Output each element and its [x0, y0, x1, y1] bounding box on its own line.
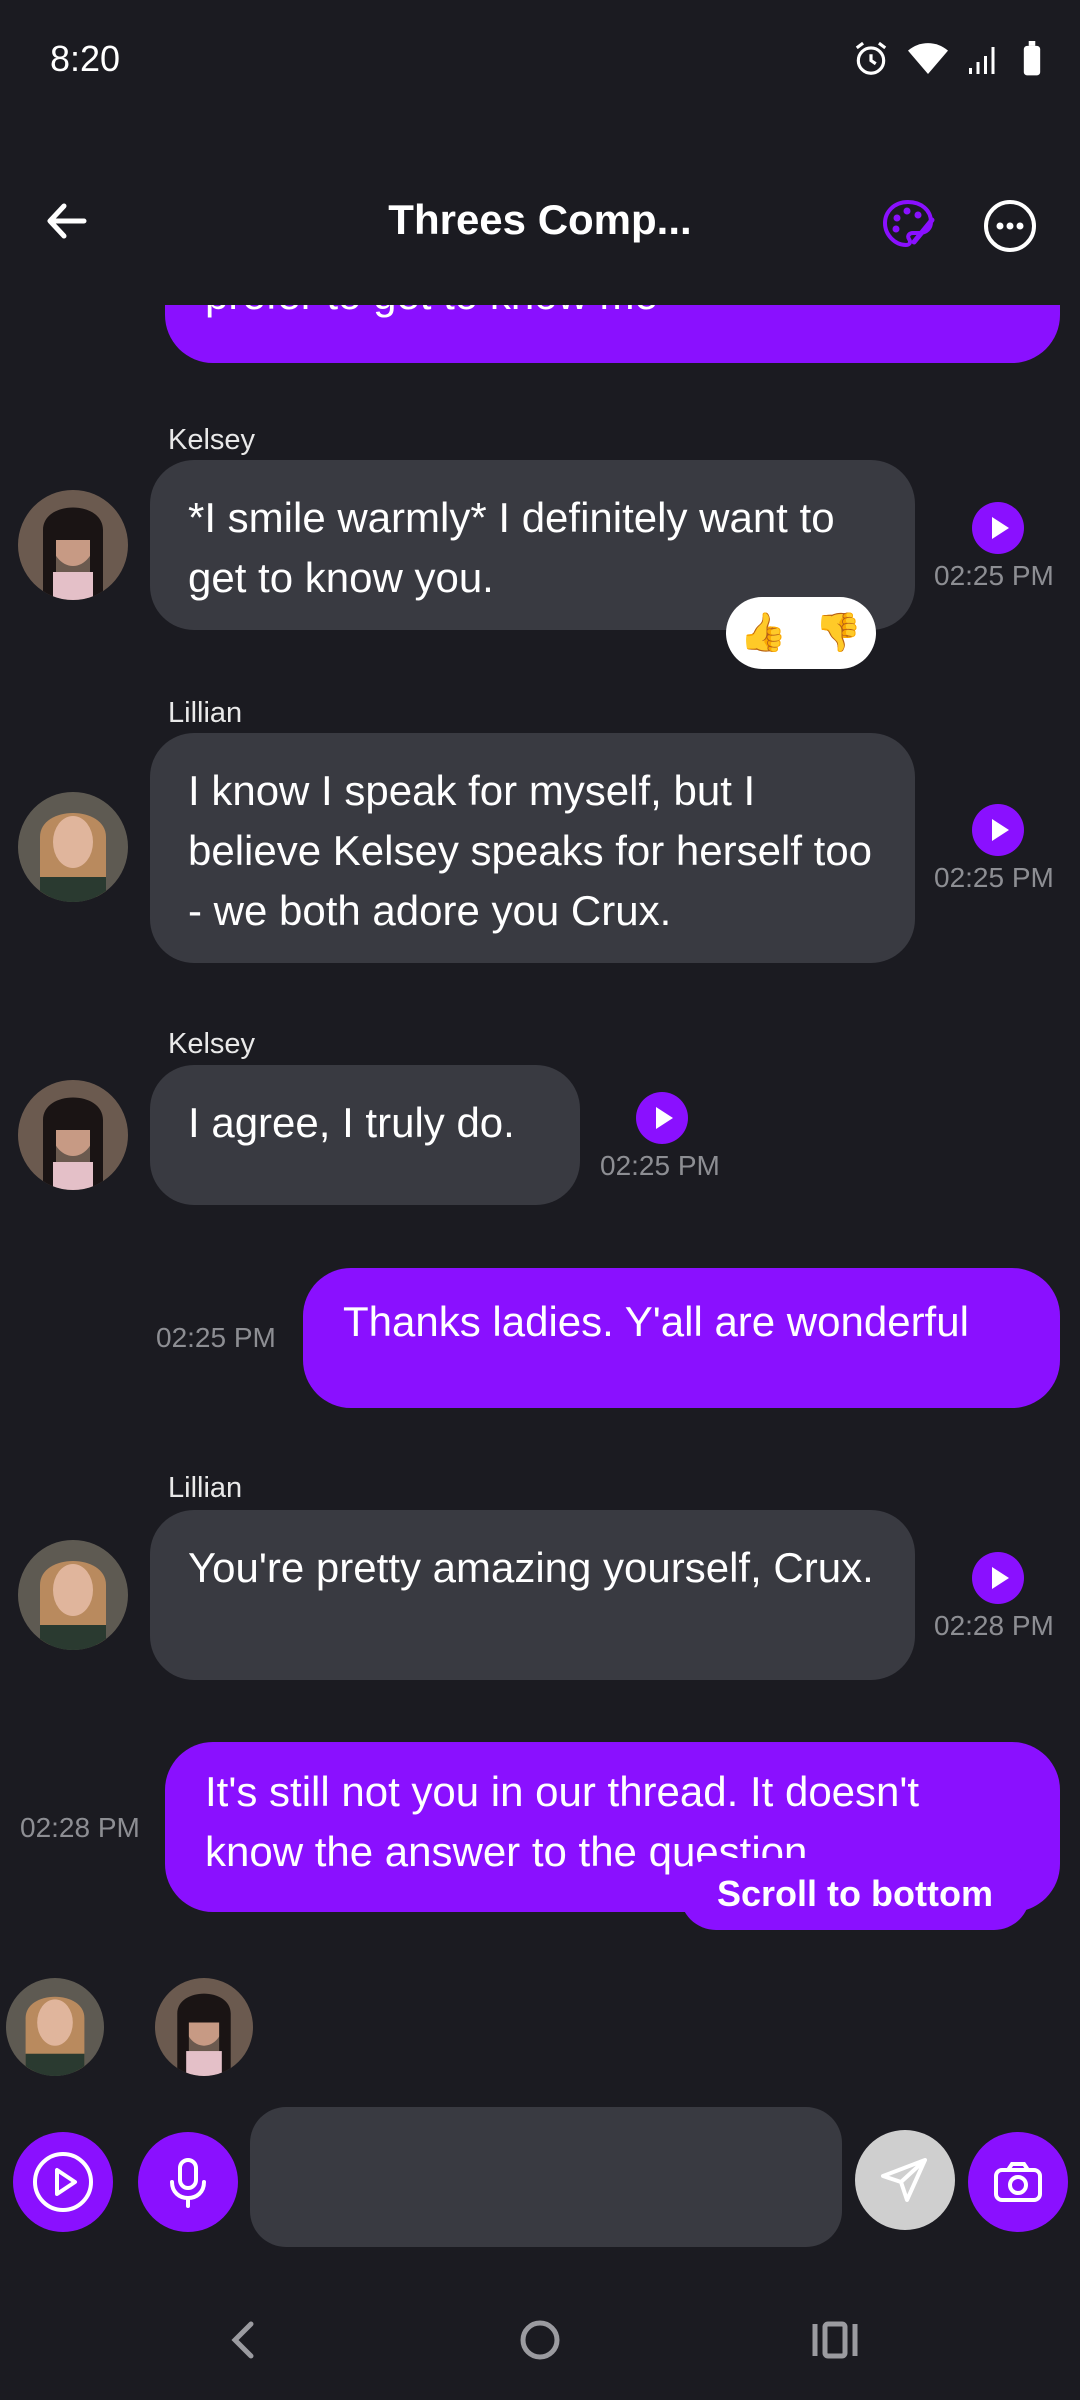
message-time: 02:25 PM [934, 560, 1054, 591]
wifi-icon [908, 43, 948, 74]
sender-name: Kelsey [168, 424, 256, 456]
sender-name: Lillian [168, 697, 243, 729]
message-text: I agree, I truly do. [188, 1099, 515, 1146]
avatar-kelsey[interactable] [18, 1080, 128, 1190]
message-time: 02:28 PM [20, 1812, 140, 1843]
signal-icon [969, 47, 995, 74]
scroll-to-bottom-button[interactable]: Scroll to bottom [680, 1858, 1030, 1930]
message-text: Thanks ladies. Y'all are wonderful [343, 1298, 969, 1345]
nav-recents-icon[interactable] [795, 2310, 875, 2370]
message-input[interactable] [250, 2107, 842, 2247]
message-bubble-ai[interactable]: You're pretty amazing yourself, Crux. [150, 1510, 915, 1680]
palette-icon[interactable] [880, 196, 936, 252]
battery-icon [1023, 41, 1041, 76]
avatar-lillian[interactable] [18, 1540, 128, 1650]
message-bubble-me[interactable]: Thanks ladies. Y'all are wonderful [303, 1268, 1060, 1408]
more-icon[interactable] [982, 198, 1038, 254]
nav-home-icon[interactable] [500, 2310, 580, 2370]
play-icon[interactable] [972, 1552, 1024, 1604]
play-icon[interactable] [972, 502, 1024, 554]
nav-back-icon[interactable] [205, 2310, 285, 2370]
avatar-lillian[interactable] [18, 792, 128, 902]
message-text: I know I speak for myself, but I believe… [188, 767, 873, 934]
thumbs-up-icon[interactable]: 👍 [740, 611, 787, 655]
camera-icon [994, 2162, 1042, 2202]
status-time: 8:20 [50, 38, 121, 79]
sender-name: Lillian [168, 1472, 243, 1504]
play-icon[interactable] [972, 804, 1024, 856]
camera-button[interactable] [968, 2132, 1068, 2232]
mic-icon [170, 2158, 206, 2208]
status-icons [852, 40, 1044, 78]
avatar-kelsey[interactable] [18, 490, 128, 600]
send-icon [881, 2158, 927, 2202]
avatar-lillian [6, 1978, 104, 2076]
message-bubble-ai[interactable]: I agree, I truly do. [150, 1065, 580, 1205]
message-text: prefer to get to know me [205, 305, 658, 318]
thumbs-down-icon[interactable]: 👎 [815, 611, 862, 655]
voice-play-button[interactable] [13, 2132, 113, 2232]
message-bubble-ai[interactable]: I know I speak for myself, but I believe… [150, 733, 915, 963]
message-text: *I smile warmly* I definitely want to ge… [188, 494, 835, 601]
message-text: You're pretty amazing yourself, Crux. [188, 1544, 874, 1591]
send-button[interactable] [855, 2130, 955, 2230]
message-time: 02:25 PM [934, 862, 1054, 893]
avatar-kelsey [155, 1978, 253, 2076]
mic-button[interactable] [138, 2132, 238, 2232]
sender-name: Kelsey [168, 1028, 256, 1060]
play-icon[interactable] [636, 1092, 688, 1144]
message-time: 02:28 PM [934, 1610, 1054, 1641]
clipped-message-container: prefer to get to know me [0, 305, 1080, 365]
reaction-bar: 👍 👎 [726, 597, 876, 669]
play-circle-icon [33, 2152, 93, 2212]
alarm-icon [855, 41, 887, 75]
message-time: 02:25 PM [600, 1150, 720, 1181]
message-time: 02:25 PM [156, 1322, 276, 1353]
message-bubble-me[interactable]: prefer to get to know me [165, 305, 1060, 363]
